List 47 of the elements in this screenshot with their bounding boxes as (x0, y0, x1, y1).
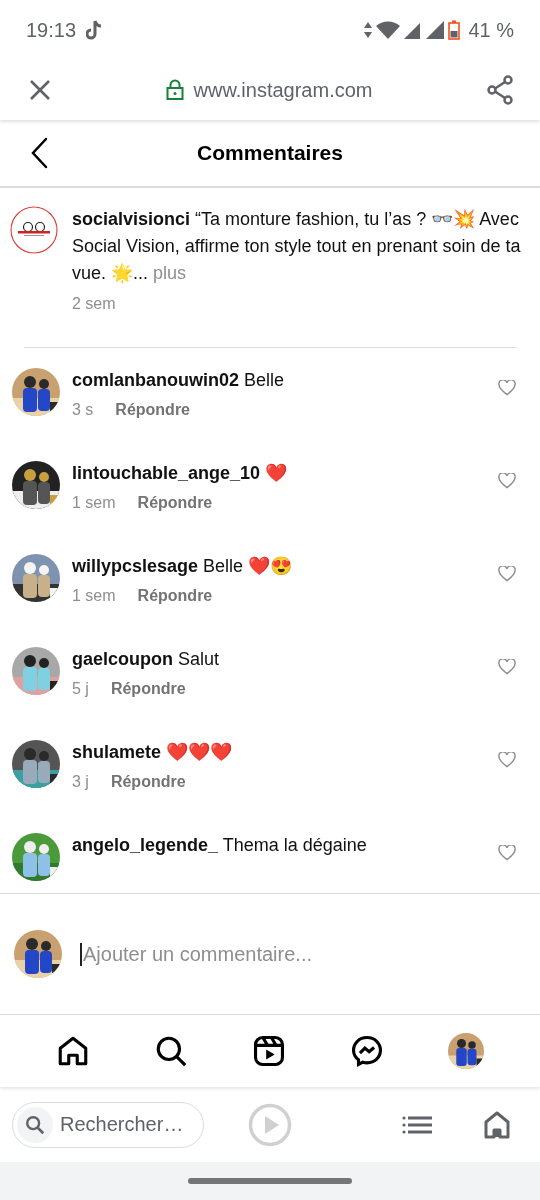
comment-text: angelo_legende_ Thema la dégaine (72, 834, 368, 857)
reply-link[interactable]: Répondre (137, 494, 213, 512)
search-icon[interactable] (154, 1034, 188, 1068)
heart-icon[interactable] (498, 566, 516, 582)
search-icon (24, 1113, 46, 1136)
back-icon[interactable] (30, 137, 50, 169)
comment-text: shulamete ❤❤❤ (72, 741, 234, 764)
battery-level: 41 % (468, 18, 514, 42)
heart-icon[interactable] (498, 659, 516, 675)
heart-icon[interactable] (498, 752, 516, 768)
comment-text: gaelcoupon Salut (72, 648, 221, 671)
comment-input[interactable]: Ajouter un commentaire... (80, 942, 526, 966)
more-link[interactable]: plus (153, 263, 187, 283)
heart-icon[interactable] (498, 473, 516, 489)
lock-icon (165, 79, 184, 101)
comment-time: 3 j (72, 773, 89, 791)
reply-link[interactable]: Répondre (137, 587, 213, 605)
messenger-icon[interactable] (350, 1034, 384, 1068)
comment-time: 1 sem (72, 587, 116, 605)
page-title: Commentaires (196, 141, 344, 165)
close-icon[interactable] (28, 78, 52, 102)
reply-link[interactable]: Répondre (110, 773, 186, 791)
comment-time: 5 j (72, 680, 89, 698)
signal-icon (426, 21, 445, 39)
signal-icon (404, 21, 423, 39)
post-time: 2 sem (72, 295, 117, 313)
reply-link[interactable]: Répondre (110, 680, 186, 698)
home-icon[interactable] (56, 1034, 90, 1068)
data-arrows-icon (364, 21, 373, 39)
wifi-icon (376, 21, 401, 39)
list-icon[interactable] (402, 1114, 432, 1135)
share-icon[interactable] (486, 75, 514, 105)
battery-icon (448, 20, 461, 40)
heart-icon[interactable] (498, 380, 516, 396)
comment-time: 3 s (72, 401, 94, 419)
reels-icon[interactable] (252, 1034, 286, 1068)
url-text[interactable]: www.instagram.com (193, 78, 373, 102)
status-time: 19:13 (26, 18, 77, 42)
home-icon[interactable] (484, 1110, 510, 1139)
search-field[interactable]: Rechercher… (12, 1101, 204, 1148)
comment-time: 1 sem (72, 494, 116, 512)
reply-link[interactable]: Répondre (115, 401, 190, 419)
comment-text: lintouchable_ange_10 ❤ (72, 462, 289, 485)
comment-text: comlanbanouwin02 Belle (72, 369, 286, 392)
post-caption: socialvisionci “Ta monture fashion, tu l’as ? 👓💥 Avec Social Vision, affirme ton style tout en prenant soin de ta vue. 🌟... plus (72, 208, 522, 285)
comment-text: willypcslesage Belle ❤😍 (72, 555, 294, 578)
heart-icon[interactable] (498, 845, 516, 861)
